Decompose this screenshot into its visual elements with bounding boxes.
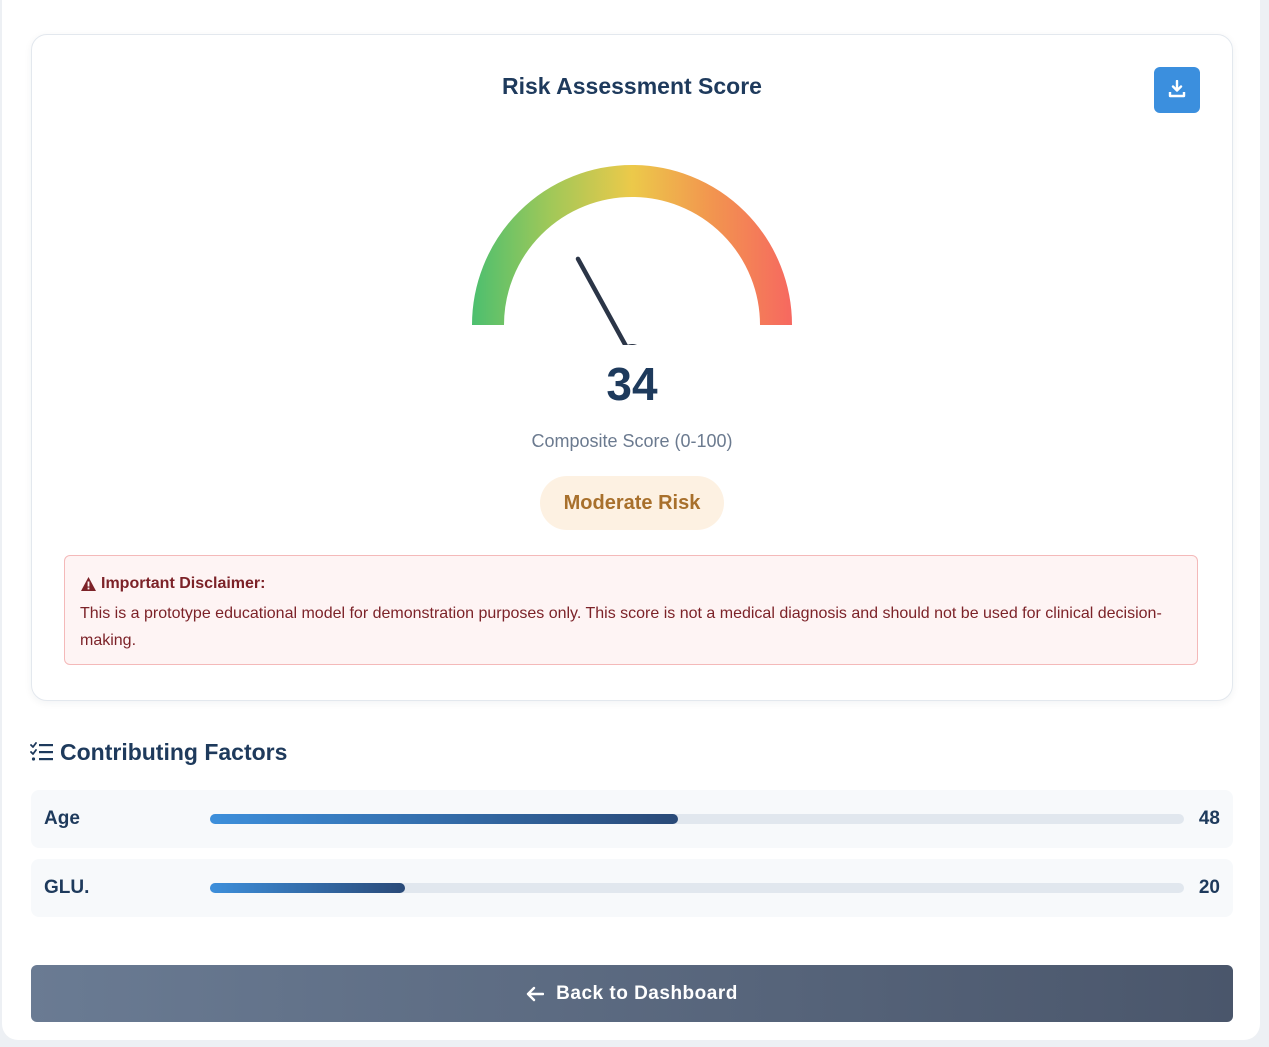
risk-gauge	[472, 165, 792, 345]
back-button-label: Back to Dashboard	[556, 982, 738, 1004]
factor-name: Age	[44, 808, 80, 829]
factor-value: 20	[1198, 877, 1220, 898]
gauge-arc	[472, 165, 792, 326]
factor-bar-track	[210, 883, 1184, 893]
disclaimer-text: This is a prototype educational model fo…	[80, 605, 1162, 649]
warning-icon	[81, 577, 96, 591]
checklist-icon	[30, 742, 53, 761]
factor-bar-fill	[210, 814, 678, 824]
factor-row-age: Age 48	[31, 790, 1233, 848]
risk-score-card: Risk Assessment Score 34 Composite Score…	[31, 34, 1233, 701]
contributing-factors-heading: Contributing Factors	[30, 736, 287, 768]
score-label: Composite Score (0-100)	[531, 431, 733, 451]
card-title: Risk Assessment Score	[502, 73, 762, 99]
arrow-left-icon	[526, 986, 545, 1001]
factor-value: 48	[1198, 808, 1220, 829]
risk-level-badge: Moderate Risk	[540, 476, 724, 530]
factors-heading-text: Contributing Factors	[60, 738, 288, 765]
factor-name: GLU.	[44, 877, 90, 898]
back-to-dashboard-button[interactable]: Back to Dashboard	[31, 965, 1233, 1022]
disclaimer-title: Important Disclaimer:	[101, 575, 266, 592]
download-icon	[1168, 80, 1186, 98]
gauge-needle	[575, 256, 628, 345]
score-value: 34	[606, 358, 658, 410]
factor-bar-fill	[210, 883, 405, 893]
download-button[interactable]	[1154, 67, 1200, 113]
factor-bar-track	[210, 814, 1184, 824]
disclaimer-header: Important Disclaimer:	[80, 574, 1182, 594]
factor-row-glu: GLU. 20	[31, 859, 1233, 917]
disclaimer-box: Important Disclaimer: This is a prototyp…	[64, 555, 1198, 665]
